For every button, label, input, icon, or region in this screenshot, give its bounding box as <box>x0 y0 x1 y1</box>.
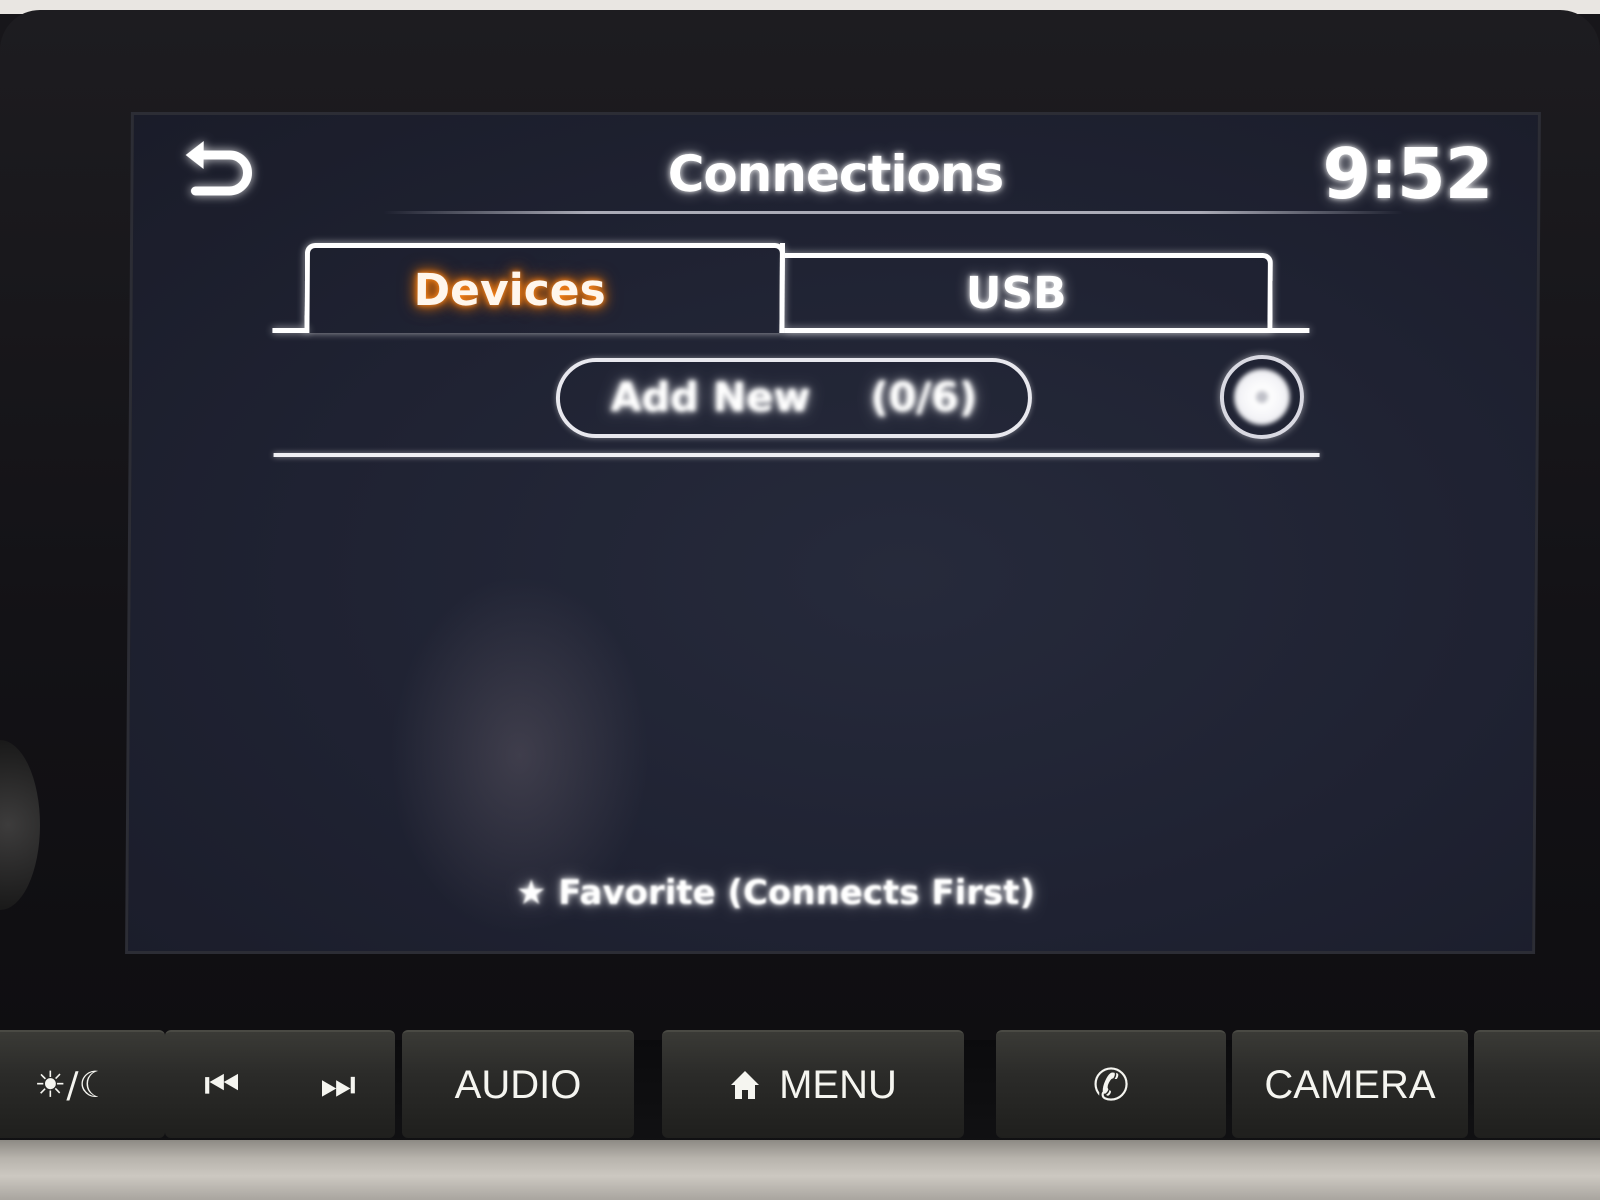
settings-button[interactable] <box>1219 355 1305 439</box>
tab-edge <box>272 328 309 333</box>
list-divider <box>273 453 1320 457</box>
tab-bar: Devices USB <box>272 243 1323 338</box>
sun-moon-icon: ☀/☾ <box>34 1064 111 1106</box>
phone-button[interactable]: ✆ <box>996 1030 1226 1138</box>
phone-icon: ✆ <box>1092 1059 1130 1111</box>
previous-track-icon[interactable]: ⏮ <box>204 1062 240 1108</box>
add-new-button[interactable]: Add New (0/6) <box>555 358 1033 438</box>
tab-devices-label: Devices <box>413 265 606 316</box>
clock: 9:52 <box>1322 133 1493 215</box>
tab-devices[interactable]: Devices <box>304 243 786 333</box>
title-divider <box>383 211 1404 214</box>
settings-gear-icon <box>1233 369 1291 425</box>
tab-baseline <box>784 328 1310 333</box>
camera-button[interactable]: CAMERA <box>1232 1030 1468 1138</box>
dashboard-trim <box>0 1140 1600 1200</box>
tab-usb-label: USB <box>965 267 1067 319</box>
add-new-label: Add New <box>610 375 811 421</box>
camera-button-label: CAMERA <box>1264 1062 1436 1107</box>
audio-button[interactable]: AUDIO <box>402 1030 634 1138</box>
home-icon <box>731 1071 760 1099</box>
day-night-button[interactable]: ☀/☾ <box>0 1030 165 1138</box>
favorite-legend: ★ Favorite (Connects First) <box>18 873 1532 913</box>
tab-usb[interactable]: USB <box>784 253 1273 333</box>
device-count: (0/6) <box>870 375 978 421</box>
next-track-icon[interactable]: ⏭ <box>320 1062 356 1108</box>
audio-button-label: AUDIO <box>454 1062 582 1107</box>
track-buttons[interactable]: ⏮ ⏭ <box>165 1030 395 1138</box>
menu-button-label: MENU <box>779 1062 897 1107</box>
partial-button[interactable] <box>1474 1030 1600 1138</box>
infotainment-screen: Connections 9:52 Devices USB Add New (0/… <box>125 112 1541 954</box>
menu-button[interactable]: MENU <box>662 1030 964 1138</box>
favorite-legend-text: ★ Favorite (Connects First) <box>515 873 1036 913</box>
